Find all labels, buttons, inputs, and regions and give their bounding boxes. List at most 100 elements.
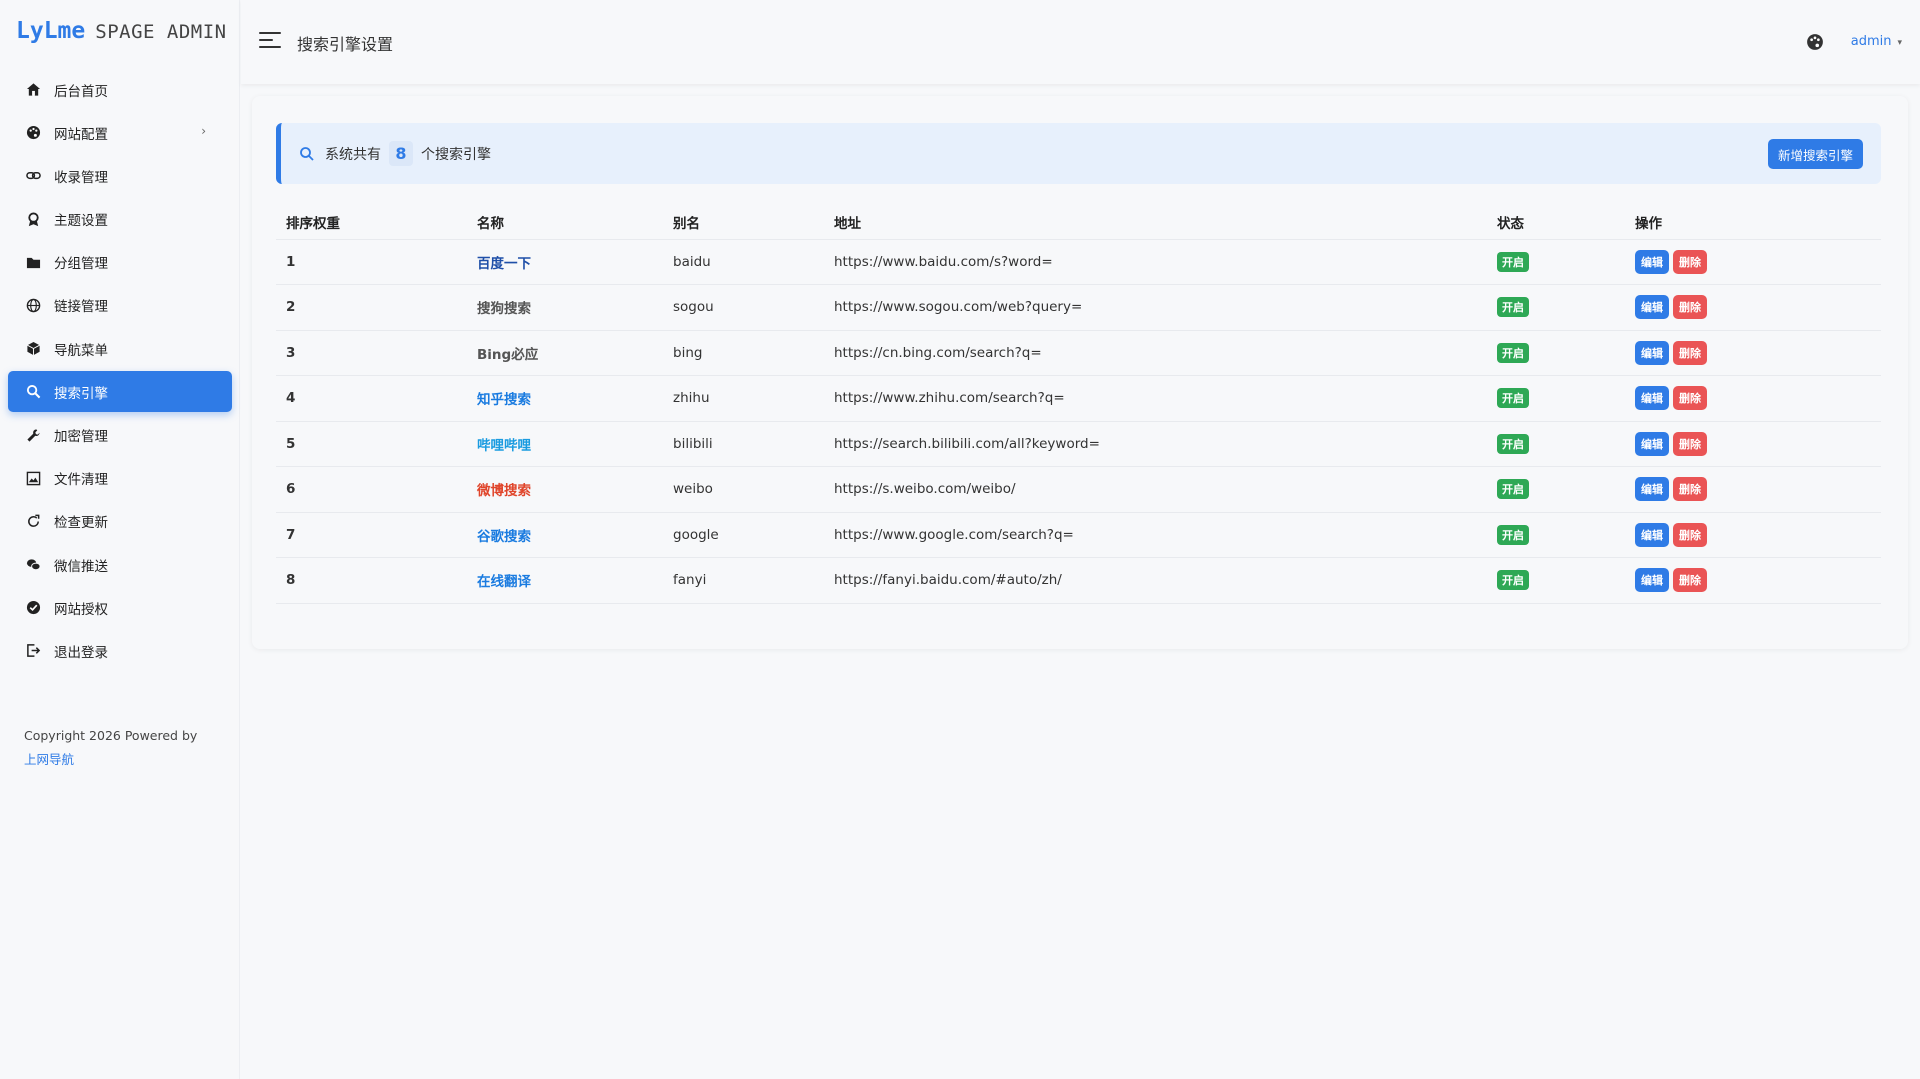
count-prefix: 系统共有 bbox=[325, 146, 381, 163]
sidebar-item-label: 加密管理 bbox=[54, 429, 108, 445]
actions-cell: 编辑 删除 bbox=[1625, 421, 1881, 467]
sidebar-item-label: 主题设置 bbox=[54, 213, 108, 230]
status-badge: 开启 bbox=[1497, 297, 1529, 318]
status-cell: 开启 bbox=[1487, 421, 1625, 467]
sidebar-item-label: 微信推送 bbox=[54, 558, 108, 575]
link-icon bbox=[25, 167, 42, 184]
delete-button[interactable]: 删除 bbox=[1673, 386, 1707, 411]
url-cell: https://s.weibo.com/weibo/ bbox=[824, 466, 1487, 513]
table-row: 1 百度一下 baidu https://www.baidu.com/s?word= 开… bbox=[276, 239, 1881, 285]
name-cell: 谷歌搜索 bbox=[467, 512, 663, 558]
edit-button[interactable]: 编辑 bbox=[1635, 522, 1669, 547]
engine-name: 百度一下 bbox=[477, 255, 531, 272]
edit-button[interactable]: 编辑 bbox=[1635, 340, 1669, 365]
copyright-text: Copyright 2026 Powered by bbox=[24, 728, 198, 743]
sidebar-item-label: 检查更新 bbox=[54, 515, 108, 532]
engine-name: Bing必应 bbox=[477, 346, 539, 363]
sidebar-item-submissions[interactable]: 收录管理 bbox=[8, 155, 232, 196]
edit-button[interactable]: 编辑 bbox=[1635, 431, 1669, 456]
user-menu[interactable]: admin ▾ bbox=[1851, 34, 1902, 49]
sidebar-item-label: 网站配置 bbox=[54, 126, 108, 143]
status-badge: 开启 bbox=[1497, 479, 1529, 500]
top-header: 搜索引擎设置 admin ▾ bbox=[241, 0, 1920, 84]
url-cell: https://fanyi.baidu.com/#auto/zh/ bbox=[824, 557, 1487, 604]
column-header: 地址 bbox=[824, 206, 1487, 240]
sidebar-item-file-cleanup[interactable]: 文件清理 bbox=[8, 458, 232, 499]
table-row: 3 Bing必应 bing https://cn.bing.com/search?q=… bbox=[276, 330, 1881, 376]
sidebar-item-label: 链接管理 bbox=[54, 299, 108, 316]
alias-cell: bilibili bbox=[663, 421, 824, 467]
edit-button[interactable]: 编辑 bbox=[1635, 477, 1669, 502]
sidebar-item-wechat-push[interactable]: 微信推送 bbox=[8, 544, 232, 585]
delete-button[interactable]: 删除 bbox=[1673, 522, 1707, 547]
status-cell: 开启 bbox=[1487, 466, 1625, 513]
engine-count-text: 系统共有 8 个搜索引擎 bbox=[325, 141, 491, 166]
status-badge: 开启 bbox=[1497, 388, 1529, 409]
brand-logo[interactable]: LyLme SPAGE ADMIN bbox=[16, 18, 227, 54]
username: admin bbox=[1850, 34, 1892, 49]
table-row: 5 哔哩哔哩 bilibili https://search.bilibili.com… bbox=[276, 421, 1881, 467]
actions-cell: 编辑 删除 bbox=[1625, 466, 1881, 513]
column-header: 操作 bbox=[1625, 206, 1881, 240]
actions-cell: 编辑 删除 bbox=[1625, 375, 1881, 422]
sidebar-menu: 后台首页 网站配置 › 收录管理 主题设置 分组管理 链接管理 导航菜单 搜索引… bbox=[8, 69, 232, 674]
sidebar-item-label: 分组管理 bbox=[54, 256, 108, 273]
sidebar-item-groups[interactable]: 分组管理 bbox=[8, 242, 232, 283]
sidebar-item-check-update[interactable]: 检查更新 bbox=[8, 501, 232, 542]
sidebar-item-logout[interactable]: 退出登录 bbox=[8, 630, 232, 671]
edit-button[interactable]: 编辑 bbox=[1635, 568, 1669, 593]
edit-button[interactable]: 编辑 bbox=[1635, 249, 1669, 274]
sidebar: LyLme SPAGE ADMIN 后台首页 网站配置 › 收录管理 主题设置 … bbox=[0, 0, 240, 1079]
delete-button[interactable]: 删除 bbox=[1673, 477, 1707, 502]
alias-cell: weibo bbox=[663, 466, 824, 513]
sidebar-item-label: 退出登录 bbox=[54, 644, 108, 661]
delete-button[interactable]: 删除 bbox=[1673, 295, 1707, 320]
add-search-engine-button[interactable]: 新增搜索引擎 bbox=[1767, 139, 1863, 169]
sidebar-item-home[interactable]: 后台首页 bbox=[8, 69, 232, 110]
table-header-row: 排序权重 名称 别名 地址 状态 操作 bbox=[276, 206, 1881, 240]
palette-icon[interactable] bbox=[1806, 33, 1824, 51]
table-row: 7 谷歌搜索 google https://www.google.com/search… bbox=[276, 512, 1881, 558]
sidebar-item-license[interactable]: 网站授权 bbox=[8, 587, 232, 628]
delete-button[interactable]: 删除 bbox=[1673, 340, 1707, 365]
url-cell: https://www.baidu.com/s?word= bbox=[824, 239, 1487, 285]
column-header: 名称 bbox=[467, 206, 663, 240]
count-suffix: 个搜索引擎 bbox=[421, 146, 491, 163]
delete-button[interactable]: 删除 bbox=[1673, 249, 1707, 274]
delete-button[interactable]: 删除 bbox=[1673, 568, 1707, 593]
engine-name: 知乎搜索 bbox=[477, 392, 531, 409]
sidebar-item-nav-menu[interactable]: 导航菜单 bbox=[8, 328, 232, 369]
actions-cell: 编辑 删除 bbox=[1625, 330, 1881, 376]
brand-name: LyLme bbox=[16, 18, 86, 44]
order-cell: 2 bbox=[276, 284, 467, 331]
sidebar-item-encryption[interactable]: 加密管理 bbox=[8, 415, 232, 456]
sidebar-item-theme[interactable]: 主题设置 bbox=[8, 199, 232, 240]
name-cell: 哔哩哔哩 bbox=[467, 421, 663, 467]
url-cell: https://search.bilibili.com/all?keyword= bbox=[824, 421, 1487, 467]
actions-cell: 编辑 删除 bbox=[1625, 557, 1881, 604]
name-cell: 知乎搜索 bbox=[467, 375, 663, 422]
globe-icon bbox=[25, 297, 42, 314]
engine-name: 搜狗搜索 bbox=[477, 301, 531, 318]
sidebar-item-site-config[interactable]: 网站配置 › bbox=[8, 112, 232, 153]
menu-toggle-icon[interactable] bbox=[259, 32, 281, 50]
edit-button[interactable]: 编辑 bbox=[1635, 295, 1669, 320]
status-badge: 开启 bbox=[1497, 433, 1529, 454]
actions-cell: 编辑 删除 bbox=[1625, 512, 1881, 558]
name-cell: Bing必应 bbox=[467, 330, 663, 376]
sidebar-item-label: 收录管理 bbox=[54, 169, 108, 186]
status-cell: 开启 bbox=[1487, 512, 1625, 558]
home-icon bbox=[25, 81, 42, 98]
sidebar-item-links[interactable]: 链接管理 bbox=[8, 285, 232, 326]
status-cell: 开启 bbox=[1487, 375, 1625, 422]
actions-cell: 编辑 删除 bbox=[1625, 239, 1881, 285]
engine-count-banner: 系统共有 8 个搜索引擎 新增搜索引擎 bbox=[276, 123, 1881, 184]
sidebar-item-search-engines[interactable]: 搜索引擎 bbox=[8, 371, 232, 413]
status-cell: 开启 bbox=[1487, 284, 1625, 331]
wrench-icon bbox=[25, 427, 42, 444]
edit-button[interactable]: 编辑 bbox=[1635, 386, 1669, 411]
column-header: 别名 bbox=[663, 206, 824, 240]
copyright-link[interactable]: 上网导航 bbox=[24, 752, 74, 767]
alias-cell: baidu bbox=[663, 239, 824, 285]
delete-button[interactable]: 删除 bbox=[1673, 431, 1707, 456]
